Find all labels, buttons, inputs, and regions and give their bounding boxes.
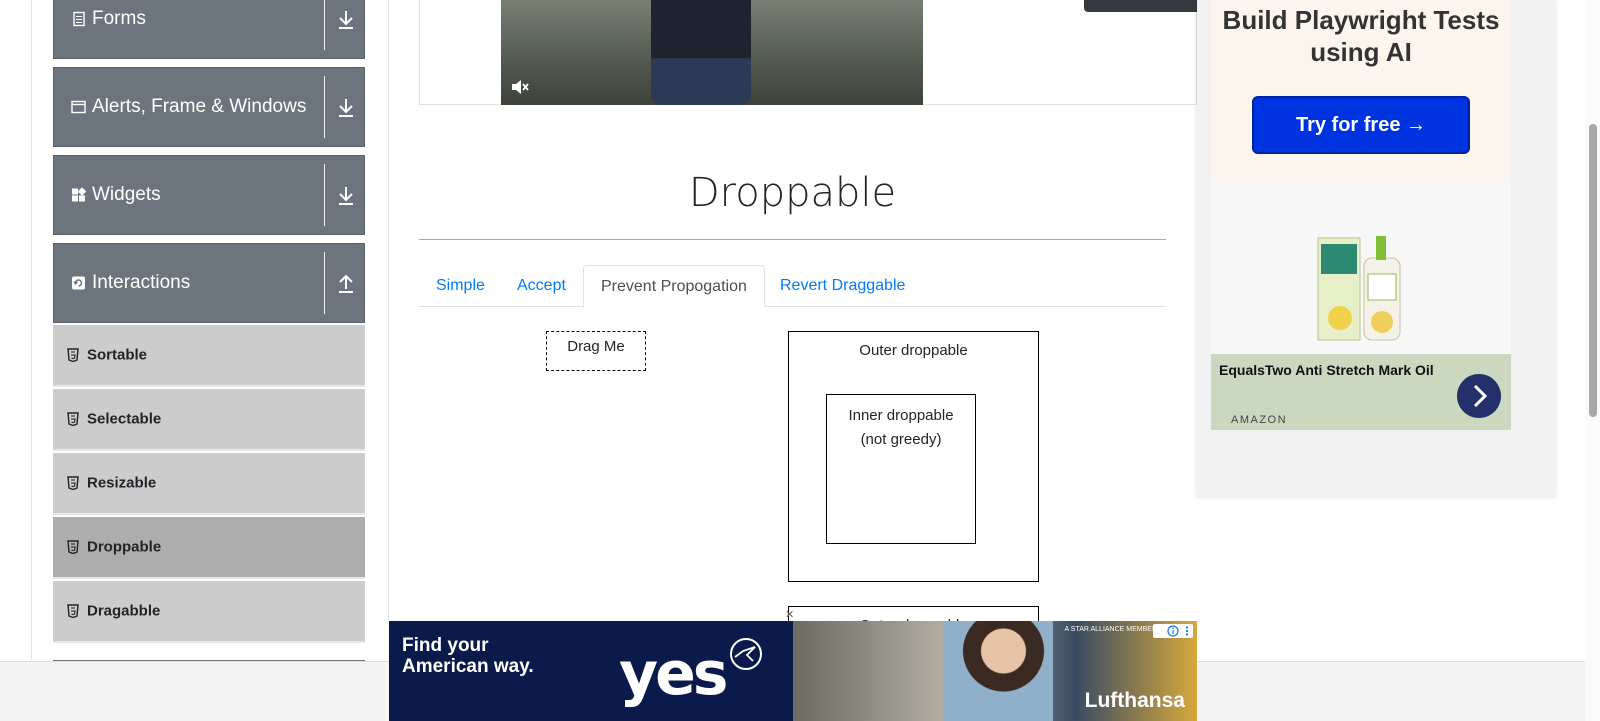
product-source: AMAZON [1231, 414, 1288, 426]
sidebar-item-label: Dragabble [87, 602, 161, 620]
page: Forms Alerts, Frame & Windows Widgets In… [0, 0, 1600, 721]
tab-revert-draggable[interactable]: Revert Draggable [763, 265, 922, 307]
video-person [651, 0, 751, 105]
html5-icon [67, 540, 79, 554]
product-name: EqualsTwo Anti Stretch Mark Oil [1219, 362, 1434, 378]
sidebar-item-dragabble[interactable]: Dragabble [53, 581, 365, 643]
inner-droppable-label: Inner droppable [848, 407, 954, 424]
document-icon [73, 11, 85, 27]
ad-tagline: Find your American way. [402, 635, 534, 677]
html5-icon [67, 412, 79, 426]
widgets-icon [72, 187, 86, 202]
ad-photo [943, 621, 1053, 721]
try-for-free-button[interactable]: Try for free → [1252, 96, 1470, 154]
product-image [1317, 236, 1401, 341]
page-title: Droppable [688, 170, 897, 216]
sidebar-item-sortable[interactable]: Sortable [53, 325, 365, 387]
tab-bar: Simple Accept Prevent Propogation Revert… [419, 265, 1166, 308]
mute-icon[interactable] [509, 77, 529, 97]
refresh-icon [72, 276, 85, 290]
outer-droppable[interactable]: Outer droppable Inner droppable (not gre… [788, 331, 1039, 582]
sidebar-item-label: Droppable [87, 538, 162, 556]
sidebar-item-droppable[interactable]: Droppable [53, 517, 365, 579]
product-card[interactable]: EqualsTwo Anti Stretch Mark Oil AMAZON [1211, 180, 1511, 430]
divider [324, 76, 325, 138]
product-info: EqualsTwo Anti Stretch Mark Oil AMAZON [1211, 354, 1511, 430]
tab-simple[interactable]: Simple [419, 265, 502, 307]
drag-me-box[interactable]: Drag Me [546, 331, 646, 371]
outer-droppable-label: Outer droppable [859, 342, 968, 359]
group-forms-label: Forms [92, 8, 146, 29]
upload-arrow-icon[interactable] [337, 272, 355, 294]
download-arrow-icon[interactable] [337, 184, 355, 206]
ad-slogan: yes [619, 639, 729, 709]
ad-brand: Lufthansa [1084, 689, 1185, 712]
crane-logo-icon [730, 638, 762, 670]
html5-icon [67, 604, 79, 618]
inner-droppable[interactable]: Inner droppable (not greedy) [826, 394, 976, 544]
ad-small-text: A STAR ALLIANCE MEMBER [1064, 626, 1157, 633]
title-divider [419, 239, 1166, 240]
sidebar-item-label: Sortable [87, 346, 148, 364]
bottom-ad[interactable]: Find your American way. yes A STAR ALLIA… [389, 621, 1197, 721]
chevron-right-icon[interactable] [1457, 374, 1501, 418]
tab-accept[interactable]: Accept [500, 265, 583, 307]
download-arrow-icon[interactable] [337, 8, 355, 30]
window-icon [71, 100, 86, 114]
html5-icon [67, 348, 79, 362]
tab-prevent-propogation[interactable]: Prevent Propogation [583, 265, 765, 308]
divider [324, 0, 325, 50]
sidebar-item-resizable[interactable]: Resizable [53, 453, 365, 515]
content-border [388, 0, 389, 621]
sidebar-item-label: Resizable [87, 474, 157, 492]
group-widgets-label: Widgets [92, 184, 161, 205]
html5-icon [67, 476, 79, 490]
sidebar-border [31, 0, 32, 660]
group-interactions-label: Interactions [92, 272, 191, 293]
sidebar-item-selectable[interactable]: Selectable [53, 389, 365, 451]
close-icon[interactable]: ✕ [785, 608, 794, 621]
right-ad[interactable]: Build Playwright Tests using AI Try for … [1197, 0, 1555, 497]
overlay-tab[interactable] [1084, 0, 1197, 12]
group-alerts-label: Alerts, Frame & Windows [92, 96, 307, 117]
download-arrow-icon[interactable] [337, 96, 355, 118]
ad-banner: Build Playwright Tests using AI Try for … [1211, 0, 1511, 180]
video-ad[interactable] [501, 0, 923, 105]
group-interactions[interactable]: Interactions [53, 243, 365, 323]
ad-left-panel: Find your American way. yes [389, 621, 793, 721]
divider [324, 164, 325, 226]
ad-headline: Build Playwright Tests using AI [1222, 5, 1500, 67]
sidebar-item-label: Selectable [87, 410, 162, 428]
scrollbar-thumb[interactable] [1589, 124, 1597, 417]
group-forms[interactable]: Forms [53, 0, 365, 59]
group-widgets[interactable]: Widgets [53, 155, 365, 235]
inner-droppable-note: (not greedy) [860, 431, 942, 448]
ad-info-icon[interactable] [1153, 624, 1193, 638]
ad-right-panel: A STAR ALLIANCE MEMBER Lufthansa [793, 621, 1197, 721]
group-alerts-frame-windows[interactable]: Alerts, Frame & Windows [53, 67, 365, 147]
divider [324, 252, 325, 314]
